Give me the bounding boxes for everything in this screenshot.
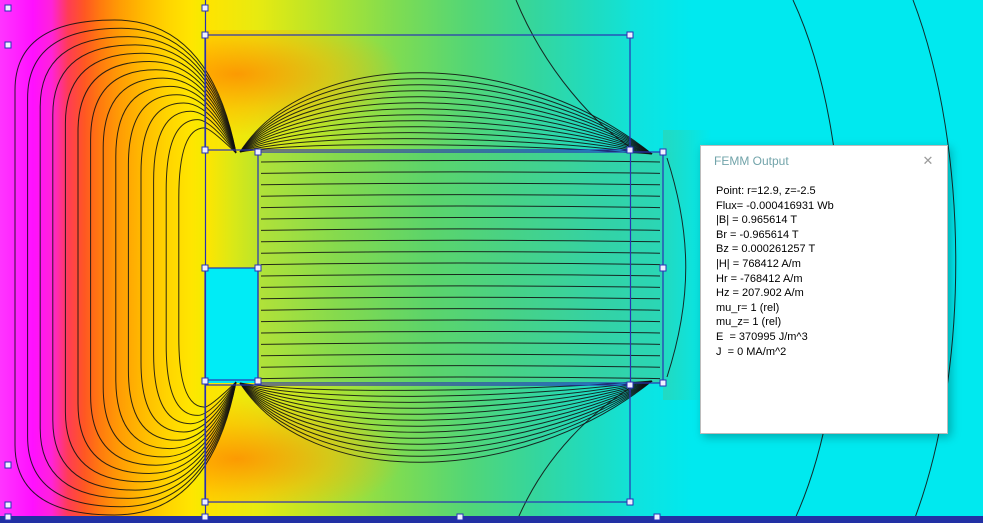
output-line-hr: Hr = -768412 A/m — [716, 272, 803, 285]
output-content: Point: r=12.9, z=-2.5 Flux= -0.000416931… — [701, 176, 947, 359]
output-line-e: E = 370995 J/m^3 — [716, 330, 808, 343]
field-region-gap-upper — [206, 152, 258, 268]
output-line-hz: Hz = 207.902 A/m — [716, 287, 804, 300]
output-line-flux: Flux= -0.000416931 Wb — [716, 199, 834, 212]
output-line-mur: mu_r= 1 (rel) — [716, 301, 780, 314]
field-region-magnet — [258, 152, 663, 383]
output-line-bz: Bz = 0.000261257 T — [716, 243, 816, 256]
field-hotspot-bottom — [206, 398, 401, 503]
output-line-hmag: |H| = 768412 A/m — [716, 257, 801, 270]
field-region-gap-cyan — [206, 268, 258, 380]
output-line-muz: mu_z= 1 (rel) — [716, 316, 782, 329]
femm-output-window: FEMM Output ✕ Point: r=12.9, z=-2.5 Flux… — [700, 145, 948, 434]
output-line-j: J = 0 MA/m^2 — [716, 345, 787, 358]
field-region-right-bottom-fade — [630, 383, 692, 516]
output-line-br: Br = -0.965614 T — [716, 228, 799, 241]
field-hotspot-top — [206, 30, 401, 135]
field-region-left-gradient — [0, 0, 206, 523]
window-titlebar[interactable]: FEMM Output ✕ — [701, 146, 947, 176]
close-icon[interactable]: ✕ — [917, 150, 939, 172]
field-region-right-top-fade — [630, 0, 692, 152]
window-title: FEMM Output — [714, 154, 789, 168]
output-line-point: Point: r=12.9, z=-2.5 — [716, 185, 816, 197]
output-line-bmag: |B| = 0.965614 T — [716, 214, 798, 227]
